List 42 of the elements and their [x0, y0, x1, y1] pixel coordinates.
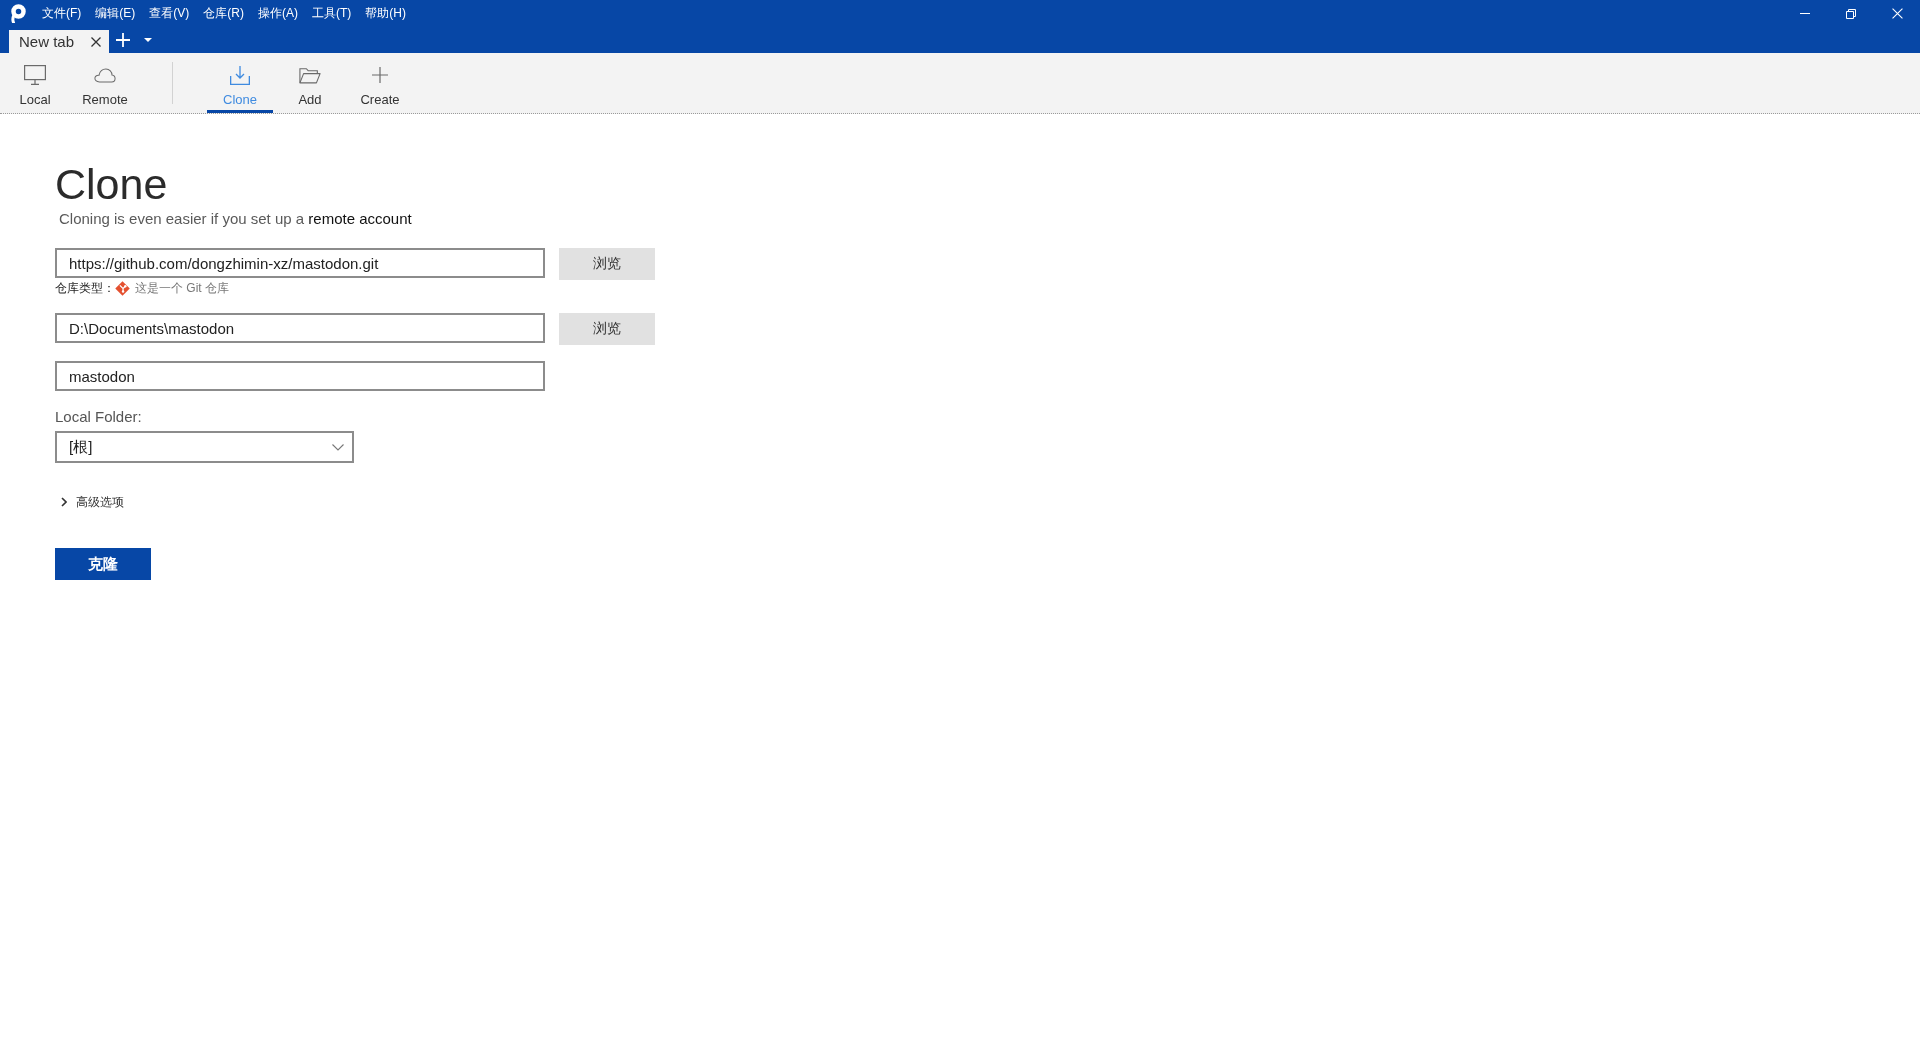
menu-item[interactable]: 查看(V) [142, 0, 197, 27]
caret-icon [144, 38, 152, 42]
download-icon [230, 65, 250, 85]
close-icon [1891, 8, 1903, 19]
page-title: Clone [55, 160, 168, 209]
menu-item[interactable]: 操作(A) [251, 0, 305, 27]
clone-button[interactable]: 克隆 [55, 548, 151, 580]
toolbar-tab[interactable]: Local [2, 53, 68, 113]
restore-icon [1846, 8, 1856, 19]
browse-button[interactable]: 浏览 [559, 248, 655, 280]
branch-diamond-icon [115, 280, 130, 296]
repo-type-text: 这是一个 Git 仓库 [135, 279, 229, 297]
remote-account-link[interactable]: remote account [308, 210, 412, 227]
menu-item[interactable]: 文件(F) [35, 0, 89, 27]
tab[interactable]: New tab [9, 30, 109, 53]
plus-icon [116, 33, 130, 47]
repo-type-label: 仓库类型： [55, 279, 115, 297]
advanced-options-toggle[interactable]: 高级选项 [55, 494, 124, 510]
new-tab-button[interactable] [113, 30, 133, 50]
toolbar-tab[interactable]: Remote [72, 53, 138, 113]
menu-item[interactable]: 工具(T) [305, 0, 359, 27]
subtitle-text: Cloning is even easier if you set up a remote account [59, 209, 412, 229]
cloud-icon [94, 67, 116, 83]
menu-item[interactable]: 仓库(R) [196, 0, 251, 27]
name-field[interactable]: mastodon [55, 361, 545, 391]
plus-icon [372, 67, 388, 83]
minimize-icon [1800, 13, 1810, 14]
url-field[interactable]: https://github.com/dongzhimin-xz/mastodon.git [55, 248, 545, 278]
monitor-icon [24, 65, 46, 85]
chevron-right-icon [61, 497, 67, 507]
logo-icon [8, 4, 26, 23]
local-folder-label: Local Folder: [55, 407, 142, 427]
folder-dropdown[interactable]: [根] [55, 431, 354, 463]
toolbar-tab[interactable]: Create [347, 53, 413, 113]
close-icon [91, 36, 101, 47]
path-field[interactable]: D:\Documents\mastodon [55, 313, 545, 343]
toolbar-tab[interactable]: Add [277, 53, 343, 113]
menu-item[interactable]: 编辑(E) [88, 0, 143, 27]
browse-button[interactable]: 浏览 [559, 313, 655, 345]
folder-icon [299, 66, 321, 84]
menu-item[interactable]: 帮助(H) [358, 0, 413, 27]
chevron-down-icon [332, 443, 344, 451]
